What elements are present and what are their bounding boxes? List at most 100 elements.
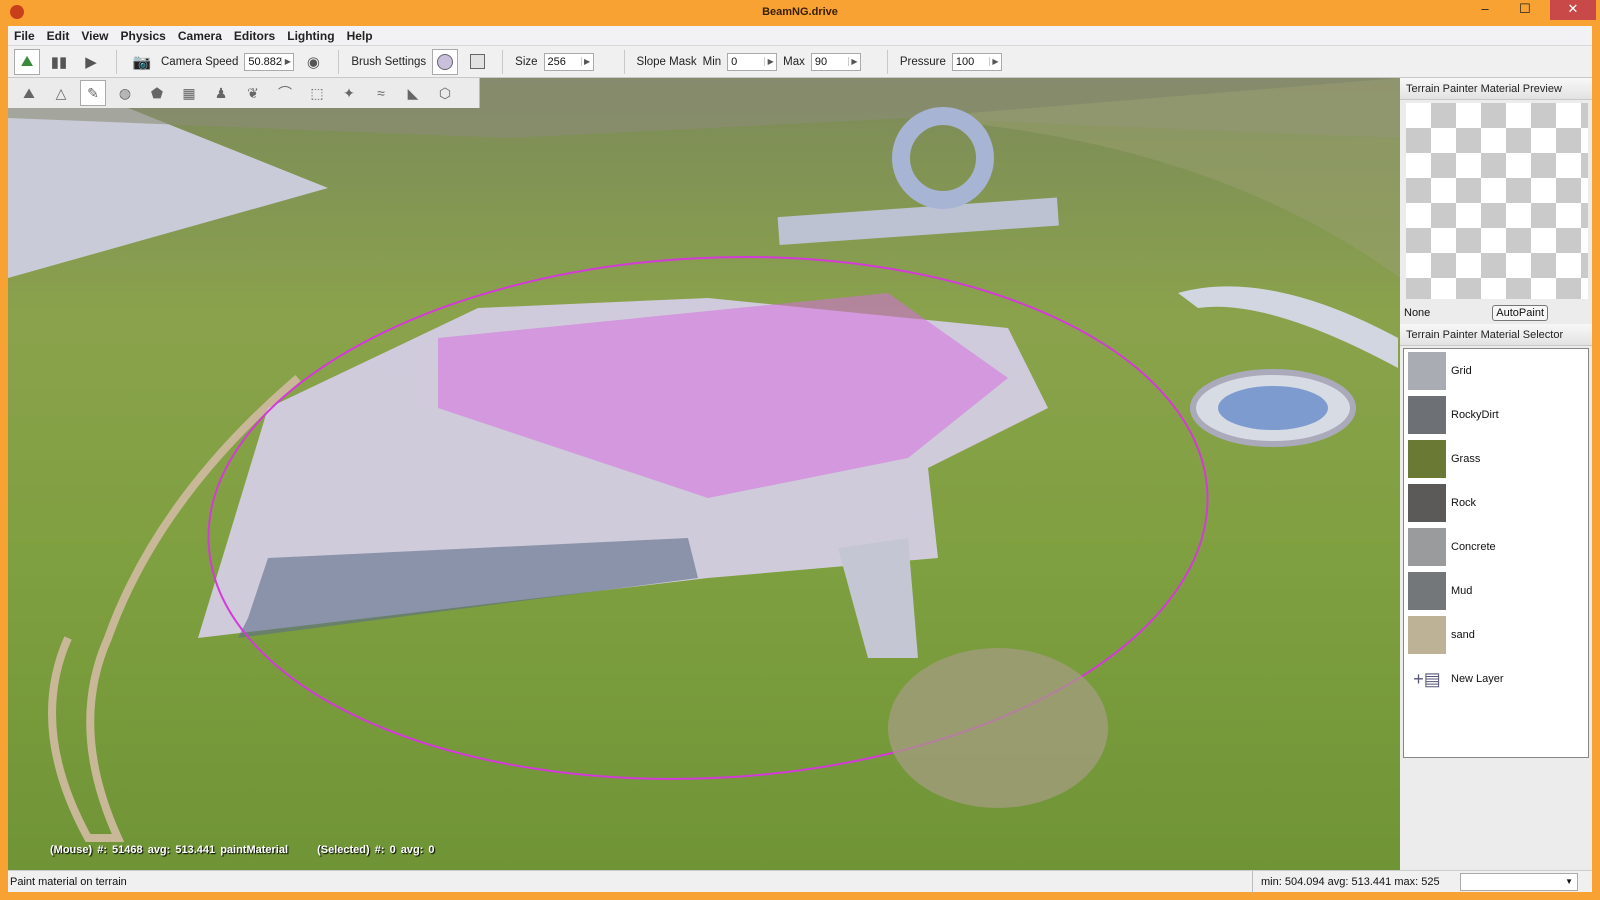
menu-help[interactable]: Help [341, 26, 379, 43]
material-swatch [1408, 484, 1446, 522]
menu-view[interactable]: View [75, 26, 114, 43]
mesh-icon[interactable]: ⬡ [432, 80, 458, 106]
divider [886, 49, 888, 74]
arrow-right-icon: ▶ [764, 57, 776, 66]
new-layer-icon: +▤ [1413, 669, 1441, 689]
leaf-icon[interactable]: ❦ [240, 80, 266, 106]
camera-speed-label: Camera Speed [161, 55, 239, 68]
arrow-right-icon: ▶ [281, 57, 293, 66]
arrow-right-icon: ▶ [580, 57, 593, 66]
title-bar: BeamNG.drive ‒ ☐ ✕ [0, 0, 1600, 25]
eye-icon[interactable]: ◉ [300, 49, 326, 75]
maximize-button[interactable]: ☐ [1505, 0, 1545, 20]
camera-speed-input[interactable]: 50.882 ▶ [244, 52, 295, 71]
menu-file[interactable]: File [8, 26, 41, 43]
material-list: Grid RockyDirt Grass Rock Concrete Mud sand +▤ N… [1403, 348, 1589, 758]
material-swatch [1408, 396, 1446, 434]
material-name: Mud [1451, 585, 1473, 597]
slope-max-input[interactable]: 90 ▶ [810, 52, 861, 71]
material-name: sand [1451, 629, 1475, 641]
divider [623, 49, 625, 74]
min-label: Min [702, 55, 722, 68]
circle-brush-button[interactable] [432, 48, 459, 75]
material-item[interactable]: sand [1404, 613, 1588, 657]
menu-camera[interactable]: Camera [172, 26, 228, 43]
selector-header: Terrain Painter Material Selector [1400, 324, 1592, 346]
material-swatch [1408, 528, 1446, 566]
terrain-tools-toolbar: ⛰ △ ✎ ◍ ⬟ ▦ ♟ ❦ ⌒ ⬚ ✦ ≈ ◣ ⬡ [8, 78, 480, 108]
divider [116, 49, 117, 74]
shield-icon[interactable]: ⬟ [144, 80, 170, 106]
3d-viewport[interactable] [8, 78, 1400, 870]
minimize-button[interactable]: ‒ [1470, 0, 1500, 20]
preview-header: Terrain Painter Material Preview [1400, 78, 1592, 100]
material-preview [1406, 103, 1588, 299]
camera-icon[interactable]: 📷 [129, 49, 155, 75]
window-title: BeamNG.drive [762, 6, 838, 18]
material-item[interactable]: Grass [1404, 437, 1588, 481]
mouse-stats: (Mouse) #: 51468 avg: 513.441 paintMater… [50, 844, 289, 856]
selected-stats: (Selected) #: 0 avg: 0 [317, 844, 435, 856]
autopaint-button[interactable]: AutoPaint [1492, 305, 1548, 321]
raise-terrain-icon[interactable]: ⛰ [16, 80, 42, 106]
star-icon[interactable]: ✦ [336, 80, 362, 106]
pressure-label: Pressure [899, 55, 946, 68]
right-panel: Terrain Painter Material Preview None Au… [1400, 78, 1592, 870]
slope-min-input[interactable]: 0 ▶ [727, 52, 778, 71]
status-message: Paint material on terrain [10, 876, 127, 888]
arrow-right-icon: ▶ [988, 57, 1001, 66]
status-dropdown[interactable]: ▼ [1460, 873, 1578, 891]
new-layer-button[interactable]: +▤ New Layer [1404, 657, 1588, 701]
material-swatch [1408, 572, 1446, 610]
joystick-icon[interactable]: ♟ [208, 80, 234, 106]
select-box-icon[interactable]: ⬚ [304, 80, 330, 106]
terrain-editor-icon[interactable]: ⛰ [14, 48, 40, 75]
preview-material-name: None [1404, 307, 1431, 319]
terrain-scene [8, 78, 1400, 842]
slope-icon[interactable]: ◣ [400, 80, 426, 106]
pressure-input[interactable]: 100 ▶ [951, 52, 1002, 71]
material-name: Grass [1451, 453, 1481, 465]
menu-edit[interactable]: Edit [41, 26, 76, 43]
river-icon[interactable]: ≈ [368, 80, 394, 106]
menu-physics[interactable]: Physics [114, 26, 171, 43]
close-button[interactable]: ✕ [1550, 0, 1596, 20]
square-brush-button[interactable] [464, 49, 490, 75]
menu-lighting[interactable]: Lighting [281, 26, 340, 43]
divider [502, 49, 504, 74]
layout-icon[interactable]: ▮▮ [46, 49, 72, 75]
material-item[interactable]: Mud [1404, 569, 1588, 613]
material-swatch [1408, 352, 1446, 390]
menu-bar: File Edit View Physics Camera Editors Lighting… [8, 26, 1592, 46]
data-icon[interactable]: ▦ [176, 80, 202, 106]
new-layer-label: New Layer [1451, 673, 1504, 685]
max-label: Max [783, 55, 805, 68]
terrain-stats-overlay: (Mouse) #: 51468 avg: 513.441 paintMater… [50, 844, 435, 856]
size-input[interactable]: 256 ▶ [543, 52, 594, 71]
material-item[interactable]: Grid [1404, 349, 1588, 393]
size-label: Size [515, 55, 538, 68]
material-item[interactable]: RockyDirt [1404, 393, 1588, 437]
material-name: Rock [1451, 497, 1477, 509]
material-swatch [1408, 440, 1446, 478]
brush-settings-label: Brush Settings [351, 55, 427, 68]
menu-editors[interactable]: Editors [228, 26, 281, 43]
material-item[interactable]: Rock [1404, 481, 1588, 525]
material-name: Concrete [1451, 541, 1496, 553]
mountain-icon[interactable]: △ [48, 80, 74, 106]
divider [338, 49, 340, 74]
arrow-right-icon: ▶ [847, 57, 860, 66]
material-item[interactable]: Concrete [1404, 525, 1588, 569]
height-stats: min: 504.094 avg: 513.441 max: 525 [1252, 871, 1448, 893]
material-swatch [1408, 616, 1446, 654]
slope-mask-label: Slope Mask [636, 55, 697, 68]
play-icon[interactable]: ▶ [78, 49, 104, 75]
road-icon[interactable]: ⌒ [272, 80, 298, 106]
material-name: Grid [1451, 365, 1472, 377]
globe-icon[interactable]: ◍ [112, 80, 138, 106]
material-name: RockyDirt [1451, 409, 1499, 421]
status-bar: Paint material on terrain min: 504.094 a… [8, 870, 1592, 893]
main-toolbar: ⛰ ▮▮ ▶ 📷 Camera Speed 50.882 ▶ ◉ Brush Se… [8, 46, 1592, 78]
ramp-structure [8, 108, 328, 278]
paint-brush-icon[interactable]: ✎ [80, 80, 106, 106]
